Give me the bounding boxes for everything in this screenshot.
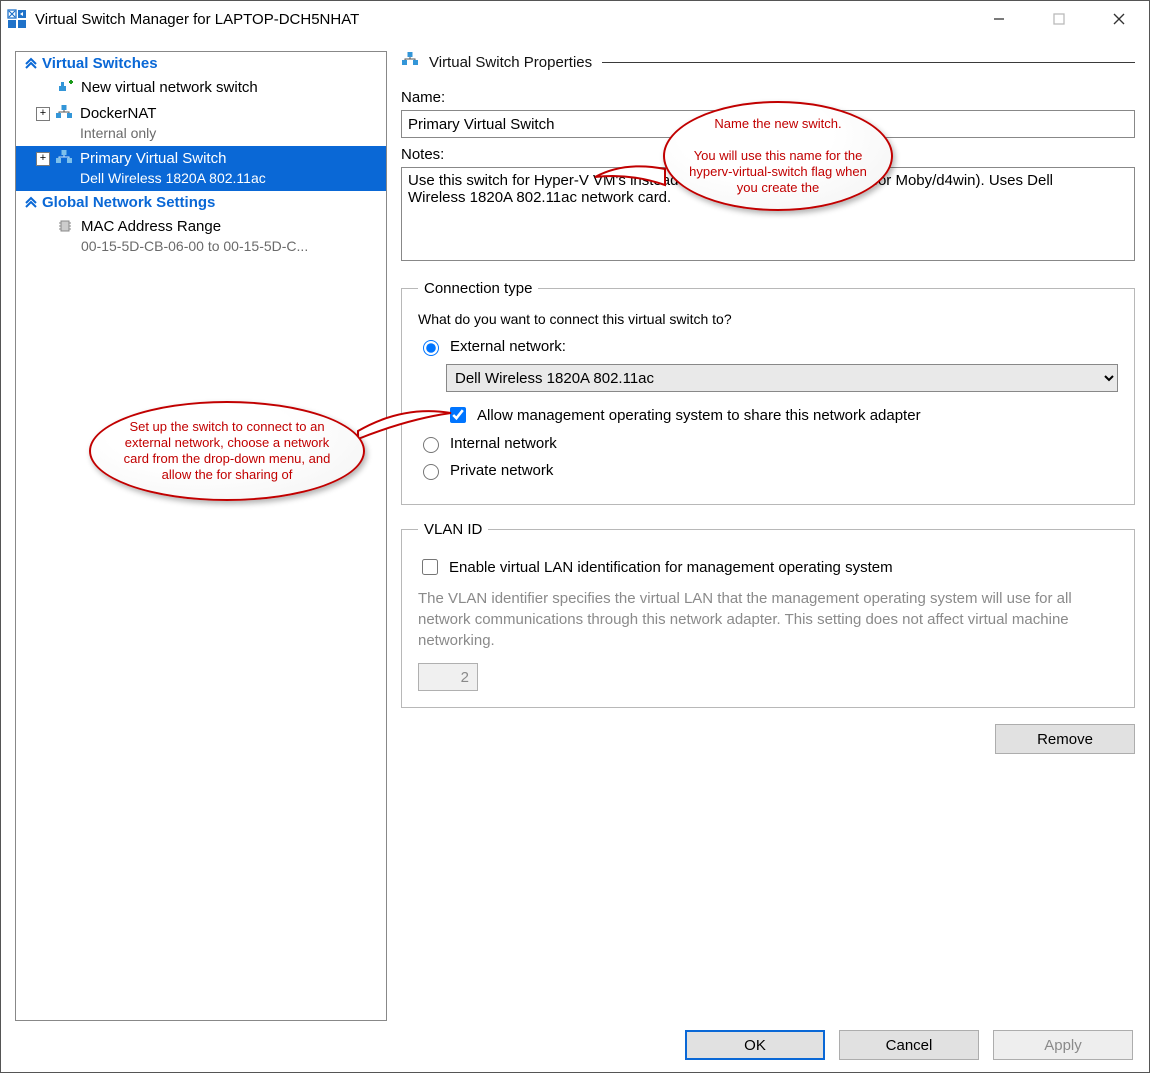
chevron-up-icon <box>24 55 42 72</box>
switch-icon <box>54 104 74 122</box>
cancel-button[interactable]: Cancel <box>839 1030 979 1060</box>
window-controls <box>969 1 1149 37</box>
vlan-help-text: The VLAN identifier specifies the virtua… <box>418 588 1118 651</box>
properties-panel: Virtual Switch Properties Name: Notes: U… <box>401 51 1135 1021</box>
internal-network-radio-row[interactable]: Internal network <box>418 434 1118 453</box>
name-label: Name: <box>401 89 1135 106</box>
vlan-group: VLAN ID Enable virtual LAN identificatio… <box>401 521 1135 708</box>
titlebar: Virtual Switch Manager for LAPTOP-DCH5NH… <box>1 1 1149 37</box>
switch-icon <box>54 149 74 167</box>
mac-range-item[interactable]: MAC Address Range 00-15-5D-CB-06-00 to 0… <box>16 214 386 259</box>
dialog-buttons: OK Cancel Apply <box>685 1030 1133 1060</box>
ok-button[interactable]: OK <box>685 1030 825 1060</box>
allow-mgmt-checkbox[interactable] <box>450 407 466 423</box>
virtual-switches-header[interactable]: Virtual Switches <box>16 52 386 75</box>
external-network-radio-row[interactable]: External network: <box>418 337 1118 356</box>
notes-label: Notes: <box>401 146 1135 163</box>
properties-header: Virtual Switch Properties <box>401 51 1135 73</box>
vlan-id-input <box>418 663 478 691</box>
app-icon <box>7 9 27 29</box>
dockernat-item[interactable]: + DockerNAT Internal only <box>16 101 386 146</box>
close-button[interactable] <box>1089 1 1149 37</box>
expand-icon[interactable]: + <box>36 152 50 166</box>
maximize-button[interactable] <box>1029 1 1089 37</box>
private-network-radio-row[interactable]: Private network <box>418 461 1118 480</box>
minimize-button[interactable] <box>969 1 1029 37</box>
vlan-enable-checkbox[interactable] <box>422 559 438 575</box>
nic-select[interactable]: Dell Wireless 1820A 802.11ac <box>446 364 1118 392</box>
window-title: Virtual Switch Manager for LAPTOP-DCH5NH… <box>35 11 359 28</box>
connection-type-group: Connection type What do you want to conn… <box>401 280 1135 505</box>
private-network-radio[interactable] <box>423 464 439 480</box>
remove-button[interactable]: Remove <box>995 724 1135 754</box>
global-settings-header[interactable]: Global Network Settings <box>16 191 386 214</box>
connection-question: What do you want to connect this virtual… <box>418 311 1118 327</box>
allow-mgmt-row[interactable]: Allow management operating system to sha… <box>446 404 1118 426</box>
vlan-enable-row[interactable]: Enable virtual LAN identification for ma… <box>418 556 1118 578</box>
external-network-radio[interactable] <box>423 340 439 356</box>
chevron-up-icon <box>24 194 42 211</box>
primary-switch-item[interactable]: + Primary Virtual Switch Dell Wireless 1… <box>16 146 386 191</box>
switch-add-icon <box>55 78 75 96</box>
name-input[interactable] <box>401 110 1135 138</box>
switch-icon <box>401 51 419 73</box>
new-virtual-switch-item[interactable]: New virtual network switch <box>16 75 386 101</box>
left-tree-panel: Virtual Switches New virtual network swi… <box>15 51 387 1021</box>
notes-textarea[interactable]: Use this switch for Hyper-V VM's instead… <box>401 167 1135 261</box>
apply-button[interactable]: Apply <box>993 1030 1133 1060</box>
internal-network-radio[interactable] <box>423 437 439 453</box>
chip-icon <box>55 217 75 235</box>
expand-icon[interactable]: + <box>36 107 50 121</box>
